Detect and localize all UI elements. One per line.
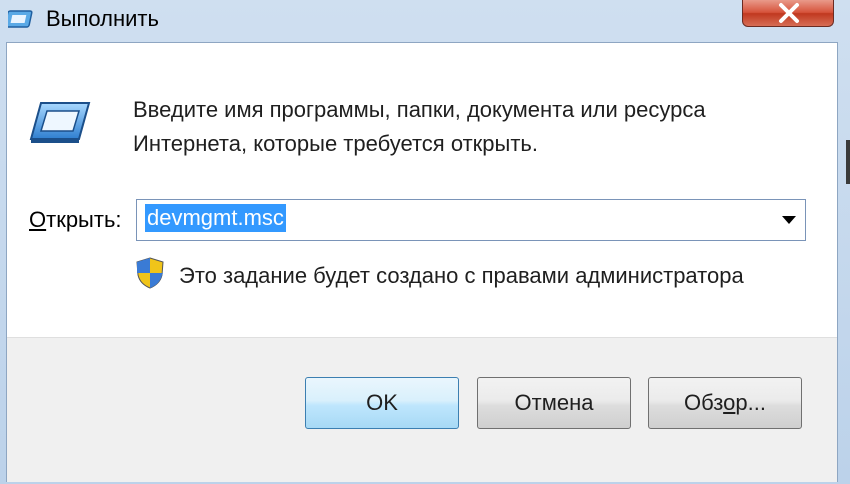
- open-label-accelerator: О: [29, 207, 47, 232]
- description-line-2: Интернета, которые требуется открыть.: [133, 131, 538, 156]
- open-label-text: ткрыть:: [46, 207, 122, 232]
- ok-button[interactable]: OK: [305, 377, 459, 429]
- open-label: Открыть:: [29, 207, 122, 233]
- dialog-body: Введите имя программы, папки, документа …: [6, 42, 838, 482]
- description-line-1: Введите имя программы, папки, документа …: [133, 97, 706, 122]
- window-title: Выполнить: [46, 6, 159, 31]
- browse-button[interactable]: Обзор...: [648, 377, 802, 429]
- description: Введите имя программы, папки, документа …: [133, 93, 823, 161]
- title-bar[interactable]: Выполнить: [0, 0, 850, 38]
- close-button[interactable]: [742, 0, 834, 27]
- admin-note: Это задание будет создано с правами адми…: [179, 263, 744, 288]
- run-dialog: Выполнить Введите имя программы, папки, …: [0, 0, 850, 484]
- browse-label-accelerator: о: [723, 390, 736, 415]
- chevron-down-icon: [782, 216, 796, 224]
- close-icon: [779, 3, 799, 23]
- browse-label-post: р...: [735, 390, 766, 415]
- uac-shield-icon: [136, 257, 164, 289]
- window-edge: [846, 140, 850, 184]
- run-icon: [4, 7, 38, 31]
- open-combobox[interactable]: devmgmt.msc: [136, 199, 806, 241]
- run-program-icon: [27, 99, 91, 147]
- cancel-button[interactable]: Отмена: [477, 377, 631, 429]
- browse-label-pre: Обз: [684, 390, 724, 415]
- combo-dropdown-button[interactable]: [775, 200, 805, 240]
- open-input[interactable]: devmgmt.msc: [145, 204, 286, 232]
